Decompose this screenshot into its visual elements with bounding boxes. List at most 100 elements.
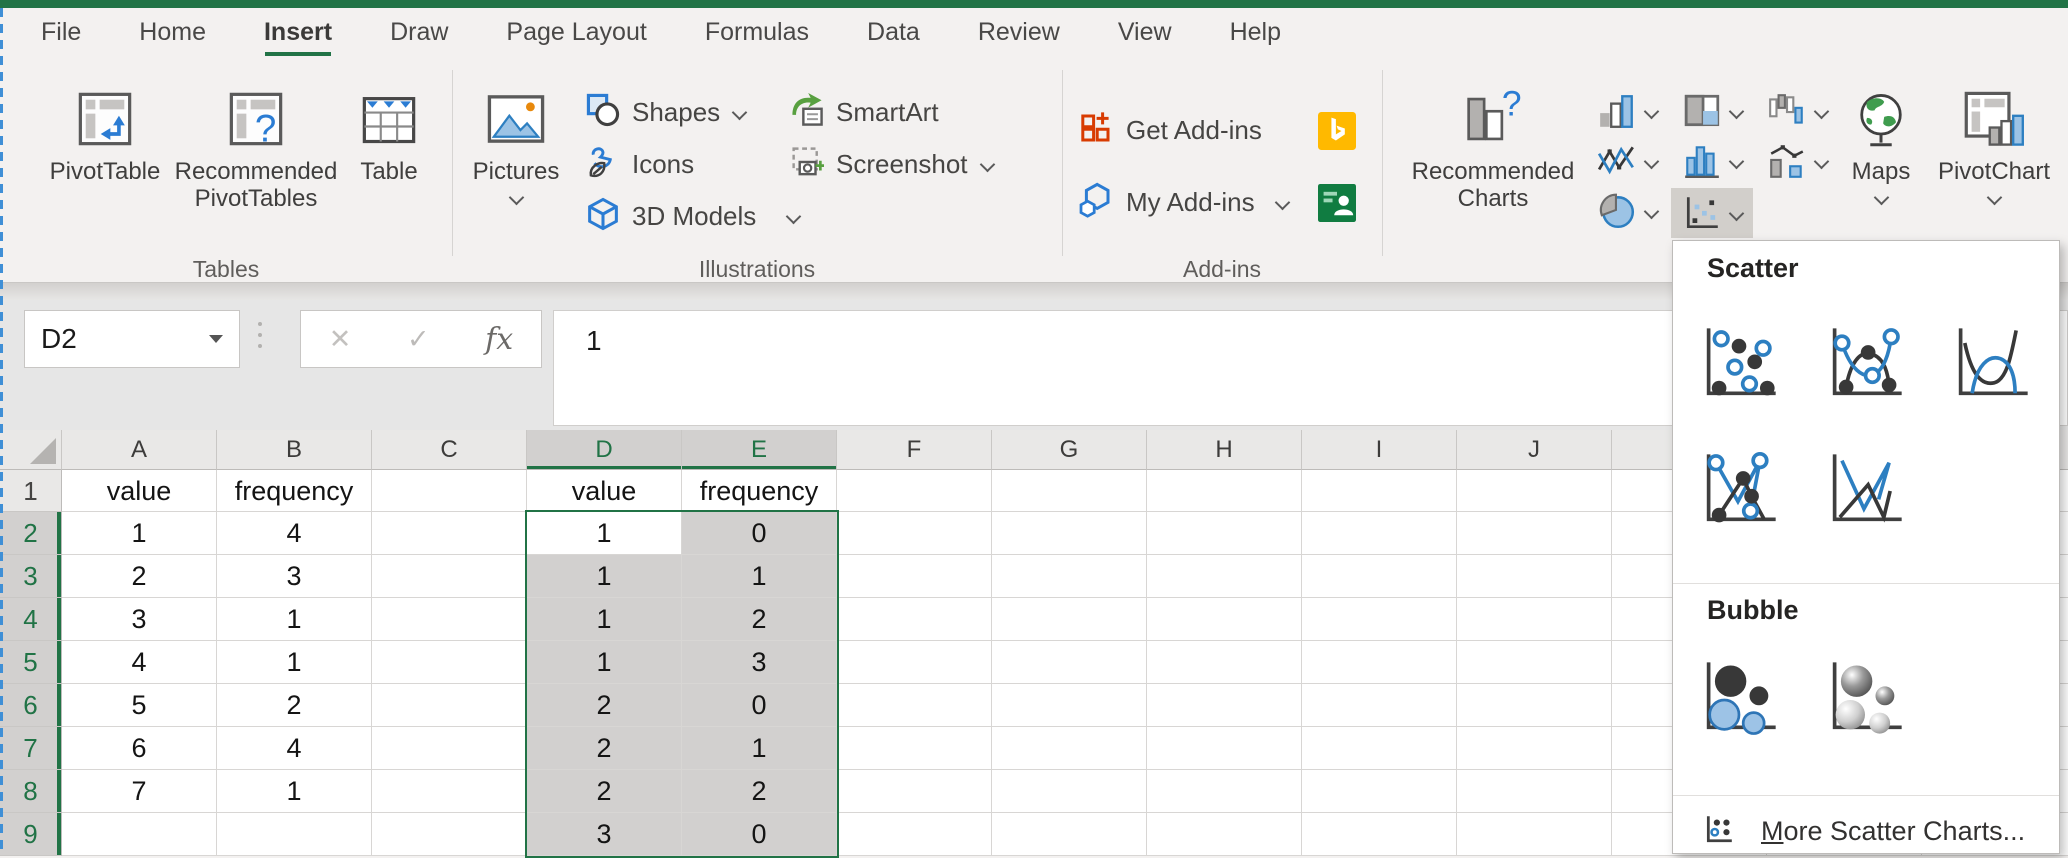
pie-chart-button[interactable] <box>1586 188 1668 234</box>
cell-E2[interactable]: 0 <box>682 512 837 555</box>
scatter-with-straight-lines-and-markers-option[interactable] <box>1693 445 1785 537</box>
cell-G9[interactable] <box>992 813 1147 856</box>
people-graph-addin-icon[interactable] <box>1318 184 1356 227</box>
bubble-3d-option[interactable] <box>1819 653 1911 745</box>
column-chart-button[interactable] <box>1586 88 1668 134</box>
row-header-1[interactable]: 1 <box>0 470 62 512</box>
cell-I7[interactable] <box>1302 727 1457 770</box>
cell-D4[interactable]: 1 <box>527 598 682 641</box>
cell-I2[interactable] <box>1302 512 1457 555</box>
scatter-with-smooth-lines-and-markers-option[interactable] <box>1819 319 1911 411</box>
cell-B6[interactable]: 2 <box>217 684 372 727</box>
cell-F1[interactable] <box>837 470 992 512</box>
cell-D9[interactable]: 3 <box>527 813 682 856</box>
column-header-H[interactable]: H <box>1147 430 1302 470</box>
cell-B9[interactable] <box>217 813 372 856</box>
cell-I9[interactable] <box>1302 813 1457 856</box>
pictures-button[interactable]: Pictures <box>462 84 570 203</box>
cell-H2[interactable] <box>1147 512 1302 555</box>
statistic-chart-button[interactable] <box>1671 138 1753 184</box>
cell-A4[interactable]: 3 <box>62 598 217 641</box>
cell-F9[interactable] <box>837 813 992 856</box>
cell-I1[interactable] <box>1302 470 1457 512</box>
row-header-2[interactable]: 2 <box>0 512 62 555</box>
cell-G4[interactable] <box>992 598 1147 641</box>
cell-G7[interactable] <box>992 727 1147 770</box>
cell-G6[interactable] <box>992 684 1147 727</box>
screenshot-button[interactable]: Screenshot <box>790 142 993 186</box>
cell-G2[interactable] <box>992 512 1147 555</box>
cell-H3[interactable] <box>1147 555 1302 598</box>
cell-A3[interactable]: 2 <box>62 555 217 598</box>
cell-J1[interactable] <box>1457 470 1612 512</box>
cell-J5[interactable] <box>1457 641 1612 684</box>
cell-H9[interactable] <box>1147 813 1302 856</box>
cell-F4[interactable] <box>837 598 992 641</box>
cell-B1[interactable]: frequency <box>217 470 372 512</box>
combo-chart-button[interactable] <box>1756 138 1838 184</box>
cell-B2[interactable]: 4 <box>217 512 372 555</box>
cell-E3[interactable]: 1 <box>682 555 837 598</box>
cell-D8[interactable]: 2 <box>527 770 682 813</box>
cell-C1[interactable] <box>372 470 527 512</box>
pivottable-button[interactable]: PivotTable <box>38 84 172 185</box>
ribbon-tab-draw[interactable]: Draw <box>361 8 477 56</box>
column-header-E[interactable]: E <box>682 430 837 470</box>
my-add-ins-button[interactable]: My Add-ins <box>1078 180 1288 224</box>
row-header-8[interactable]: 8 <box>0 770 62 813</box>
name-box[interactable]: D2 <box>24 310 240 368</box>
row-header-3[interactable]: 3 <box>0 555 62 598</box>
cell-C2[interactable] <box>372 512 527 555</box>
row-header-6[interactable]: 6 <box>0 684 62 727</box>
cell-H8[interactable] <box>1147 770 1302 813</box>
cell-G1[interactable] <box>992 470 1147 512</box>
cell-C5[interactable] <box>372 641 527 684</box>
cell-E1[interactable]: frequency <box>682 470 837 512</box>
bing-maps-addin-icon[interactable] <box>1318 112 1356 155</box>
cell-E6[interactable]: 0 <box>682 684 837 727</box>
cell-J2[interactable] <box>1457 512 1612 555</box>
cell-J3[interactable] <box>1457 555 1612 598</box>
shapes-button[interactable]: Shapes <box>586 90 745 134</box>
icons-button[interactable]: Icons <box>586 142 694 186</box>
cell-G8[interactable] <box>992 770 1147 813</box>
maps-button[interactable]: Maps <box>1838 84 1924 203</box>
more-scatter-charts-menu-item[interactable]: More Scatter Charts... <box>1673 807 2059 855</box>
waterfall-chart-button[interactable] <box>1756 88 1838 134</box>
cell-I8[interactable] <box>1302 770 1457 813</box>
cell-A7[interactable]: 6 <box>62 727 217 770</box>
column-header-D[interactable]: D <box>527 430 682 470</box>
formula-bar-grip-icon[interactable] <box>258 322 262 348</box>
cell-I6[interactable] <box>1302 684 1457 727</box>
cell-A6[interactable]: 5 <box>62 684 217 727</box>
ribbon-tab-data[interactable]: Data <box>838 8 949 56</box>
cell-F5[interactable] <box>837 641 992 684</box>
cell-D5[interactable]: 1 <box>527 641 682 684</box>
cell-B4[interactable]: 1 <box>217 598 372 641</box>
cell-A1[interactable]: value <box>62 470 217 512</box>
cell-H7[interactable] <box>1147 727 1302 770</box>
line-chart-button[interactable] <box>1586 138 1668 184</box>
column-header-G[interactable]: G <box>992 430 1147 470</box>
cell-A2[interactable]: 1 <box>62 512 217 555</box>
cell-A5[interactable]: 4 <box>62 641 217 684</box>
ribbon-tab-home[interactable]: Home <box>110 8 235 56</box>
row-header-7[interactable]: 7 <box>0 727 62 770</box>
column-header-I[interactable]: I <box>1302 430 1457 470</box>
ribbon-tab-help[interactable]: Help <box>1201 8 1310 56</box>
cell-D3[interactable]: 1 <box>527 555 682 598</box>
cell-C7[interactable] <box>372 727 527 770</box>
ribbon-tab-review[interactable]: Review <box>949 8 1089 56</box>
recommended-charts-button[interactable]: ? Recommended Charts <box>1408 84 1578 212</box>
cell-J9[interactable] <box>1457 813 1612 856</box>
cell-I5[interactable] <box>1302 641 1457 684</box>
table-button[interactable]: Table <box>344 84 434 185</box>
cell-C8[interactable] <box>372 770 527 813</box>
cell-E5[interactable]: 3 <box>682 641 837 684</box>
cell-G3[interactable] <box>992 555 1147 598</box>
cell-D2[interactable]: 1 <box>527 512 682 555</box>
cell-E7[interactable]: 1 <box>682 727 837 770</box>
recommended-pivottables-button[interactable]: ? Recommended PivotTables <box>166 84 346 212</box>
cell-E4[interactable]: 2 <box>682 598 837 641</box>
enter-icon[interactable]: ✓ <box>407 324 430 355</box>
